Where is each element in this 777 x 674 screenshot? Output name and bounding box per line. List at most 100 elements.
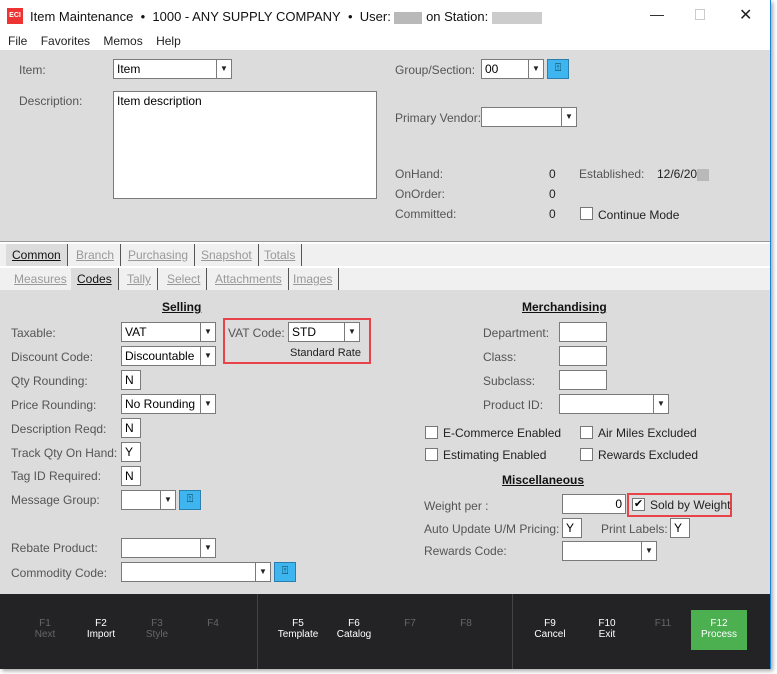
fkey-label: Style	[145, 629, 169, 640]
item-maintenance-window: ECI Item Maintenance • 1000 - ANY SUPPLY…	[0, 0, 771, 669]
department-input[interactable]	[559, 322, 607, 342]
tag-id-label: Tag ID Required:	[11, 469, 102, 483]
divider	[257, 594, 258, 669]
minimize-button[interactable]: —	[650, 6, 664, 22]
fkey-f3-style: F3 Style	[129, 618, 185, 640]
commodity-dropdown-icon[interactable]: ▼	[255, 562, 271, 582]
tab-branch[interactable]: Branch	[70, 244, 122, 266]
subtab-attachments[interactable]: Attachments	[209, 268, 289, 290]
estimating-checkbox[interactable]	[425, 448, 438, 461]
vat-code-description: Standard Rate	[290, 347, 361, 359]
ecommerce-label: E-Commerce Enabled	[443, 426, 562, 440]
rewards-code-dropdown-icon[interactable]: ▼	[641, 541, 657, 561]
fkey-f10-exit[interactable]: F10 Exit	[579, 618, 635, 640]
commodity-code-select[interactable]	[121, 562, 257, 582]
tab-snapshot[interactable]: Snapshot	[195, 244, 259, 266]
discount-code-select[interactable]: Discountable	[121, 346, 201, 366]
weight-per-input[interactable]: 0	[562, 494, 626, 514]
estimating-label: Estimating Enabled	[443, 448, 547, 462]
group-section-input[interactable]: 00	[481, 59, 529, 79]
sep: •	[347, 9, 353, 24]
fkey-label: Next	[34, 629, 56, 640]
divider	[512, 594, 513, 669]
vendor-dropdown-icon[interactable]: ▼	[561, 107, 577, 127]
fkey-key: F4	[207, 618, 219, 629]
title-text: Item Maintenance	[30, 9, 134, 24]
print-labels-label: Print Labels:	[601, 522, 668, 536]
primary-vendor-input[interactable]	[481, 107, 563, 127]
menu-memos[interactable]: Memos	[103, 34, 142, 48]
vat-dropdown-icon[interactable]: ▼	[344, 322, 360, 342]
close-button[interactable]: ✕	[739, 5, 752, 25]
rebate-product-label: Rebate Product:	[11, 541, 98, 555]
taxable-dropdown-icon[interactable]: ▼	[200, 322, 216, 342]
vat-code-label: VAT Code:	[228, 326, 285, 340]
fkey-f2-import[interactable]: F2 Import	[73, 618, 129, 640]
tab-common[interactable]: Common	[6, 244, 68, 266]
selling-heading: Selling	[162, 300, 202, 314]
fkey-f5-template[interactable]: F5 Template	[270, 618, 326, 640]
fkey-f1-next: F1 Next	[17, 618, 73, 640]
description-textarea[interactable]: Item description	[113, 91, 377, 199]
discount-dropdown-icon[interactable]: ▼	[200, 346, 216, 366]
fkey-f8: F8	[438, 618, 494, 629]
subclass-input[interactable]	[559, 370, 607, 390]
subtab-measures[interactable]: Measures	[8, 268, 73, 290]
rewards-excluded-checkbox[interactable]	[580, 448, 593, 461]
subtab-codes[interactable]: Codes	[71, 268, 119, 290]
price-rounding-select[interactable]: No Rounding	[121, 394, 201, 414]
fkey-label: Cancel	[534, 629, 566, 640]
onorder-label: OnOrder:	[395, 187, 446, 201]
tag-id-input[interactable]: N	[121, 466, 141, 486]
rebate-dropdown-icon[interactable]: ▼	[200, 538, 216, 558]
description-reqd-input[interactable]: N	[121, 418, 141, 438]
commodity-code-label: Commodity Code:	[11, 566, 108, 580]
menu-help[interactable]: Help	[156, 34, 181, 48]
sold-by-weight-checkbox[interactable]: ✔	[632, 498, 645, 511]
tab-totals[interactable]: Totals	[258, 244, 303, 266]
print-labels-input[interactable]: Y	[670, 518, 690, 538]
track-qty-input[interactable]: Y	[121, 442, 141, 462]
fkey-f12-process[interactable]: F12 Process	[691, 618, 747, 640]
maximize-button[interactable]	[695, 9, 705, 20]
price-rounding-dropdown-icon[interactable]: ▼	[200, 394, 216, 414]
product-id-dropdown-icon[interactable]: ▼	[653, 394, 669, 414]
fkey-key: F3	[151, 618, 163, 629]
continue-mode-checkbox[interactable]	[580, 207, 593, 220]
company: 1000 - ANY SUPPLY COMPANY	[152, 9, 341, 24]
vat-code-select[interactable]: STD	[288, 322, 346, 342]
rebate-product-select[interactable]	[121, 538, 201, 558]
fkey-key: F12	[710, 618, 728, 629]
message-group-lookup-icon[interactable]: ⍐	[179, 490, 201, 510]
description-label: Description:	[19, 94, 83, 108]
tab-purchasing[interactable]: Purchasing	[122, 244, 196, 266]
subtab-tally[interactable]: Tally	[121, 268, 159, 290]
fkey-f6-catalog[interactable]: F6 Catalog	[326, 618, 382, 640]
fkey-key: F7	[404, 618, 416, 629]
fkey-key: F5	[292, 618, 304, 629]
airmiles-checkbox[interactable]	[580, 426, 593, 439]
subtab-images[interactable]: Images	[287, 268, 340, 290]
fkey-f9-cancel[interactable]: F9 Cancel	[522, 618, 578, 640]
product-id-select[interactable]	[559, 394, 655, 414]
group-lookup-icon[interactable]: ⍐	[547, 59, 569, 79]
class-input[interactable]	[559, 346, 607, 366]
established-label: Established:	[579, 167, 645, 181]
subclass-label: Subclass:	[483, 374, 536, 388]
group-dropdown-icon[interactable]: ▼	[528, 59, 544, 79]
subtab-select[interactable]: Select	[161, 268, 208, 290]
fkey-label: Template	[277, 629, 319, 640]
commodity-lookup-icon[interactable]: ⍐	[274, 562, 296, 582]
qty-rounding-input[interactable]: N	[121, 370, 141, 390]
auto-update-input[interactable]: Y	[562, 518, 582, 538]
message-group-dropdown-icon[interactable]: ▼	[160, 490, 176, 510]
message-group-select[interactable]	[121, 490, 161, 510]
item-input[interactable]: Item	[113, 59, 217, 79]
rewards-code-select[interactable]	[562, 541, 642, 561]
fkey-f4: F4	[185, 618, 241, 629]
ecommerce-checkbox[interactable]	[425, 426, 438, 439]
taxable-select[interactable]: VAT	[121, 322, 201, 342]
menu-favorites[interactable]: Favorites	[41, 34, 90, 48]
item-dropdown-icon[interactable]: ▼	[216, 59, 232, 79]
menu-file[interactable]: File	[8, 34, 27, 48]
